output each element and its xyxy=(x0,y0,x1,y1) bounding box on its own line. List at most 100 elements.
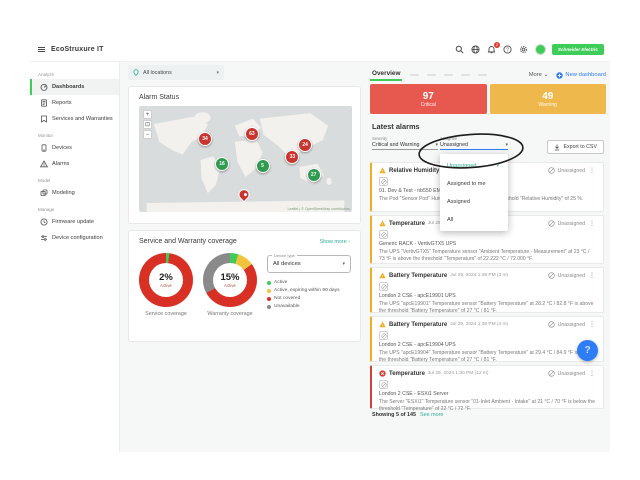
kebab-menu-icon[interactable]: ⋮ xyxy=(588,220,596,227)
tab-ghost[interactable] xyxy=(427,74,437,76)
severity-select[interactable]: Severity Critical and Warning ▾ xyxy=(372,136,438,150)
see-more-link[interactable]: See more xyxy=(420,412,443,418)
alarm-row[interactable]: ! Battery Temperature Jul 29, 2024 1:38 … xyxy=(370,316,604,363)
tab-overview[interactable]: Overview xyxy=(370,70,403,81)
device-configuration-icon xyxy=(41,235,47,241)
map-marker-critical[interactable]: 24 xyxy=(298,138,313,153)
download-icon xyxy=(555,144,560,150)
critical-count: 97 xyxy=(422,90,434,102)
alarm-device[interactable]: Generic RACK - VertivGTX5 UPS xyxy=(379,241,596,247)
kebab-menu-icon[interactable]: ⋮ xyxy=(588,321,596,328)
coverage-title: Service and Warranty coverage xyxy=(139,238,237,245)
chevron-down-icon: ▾ xyxy=(342,261,345,267)
legend-item: Active, expiring within 90 days xyxy=(267,288,351,293)
tab-ghost[interactable] xyxy=(461,74,471,76)
user-avatar[interactable] xyxy=(534,44,546,55)
kebab-menu-icon[interactable]: ⋮ xyxy=(588,167,596,174)
more-tabs-dropdown[interactable]: More ⌄ xyxy=(529,72,549,78)
settings-gear-icon[interactable] xyxy=(519,45,529,55)
assignee-select[interactable]: Assignee Unassigned ▾ xyxy=(440,136,508,150)
export-csv-button[interactable]: Export to CSV xyxy=(547,140,604,154)
alarm-title[interactable]: Battery Temperature xyxy=(389,273,447,279)
warning-count: 49 xyxy=(542,90,554,102)
sidebar-section-analyze: Analyze xyxy=(38,72,55,77)
tab-ghost[interactable] xyxy=(444,74,454,76)
warranty-coverage-percent: 15% xyxy=(220,272,240,283)
legend-dot-active xyxy=(267,280,271,285)
search-icon[interactable] xyxy=(455,45,465,55)
sidebar-item-services-warranties[interactable]: Services and Warranties xyxy=(30,111,119,127)
menu-item-assigned-to-me[interactable]: Assigned to me xyxy=(440,175,508,193)
menu-item-assigned[interactable]: Assigned xyxy=(440,193,508,211)
map-marker-normal[interactable]: 5 xyxy=(255,159,270,174)
sidebar-item-alarms[interactable]: Alarms xyxy=(30,156,119,172)
alarm-device[interactable]: London 2 CSE - apcE19904 UPS xyxy=(379,342,596,348)
tab-ghost[interactable] xyxy=(478,74,488,76)
notification-badge: 2 xyxy=(493,41,500,48)
modeling-icon xyxy=(40,189,48,196)
report-icon xyxy=(41,99,47,107)
alarm-time: Jul 29, 2024 1:38 PM (3 m) xyxy=(450,273,509,278)
critical-summary-card[interactable]: 97 Critical xyxy=(370,84,487,114)
map-marker-normal[interactable]: 27 xyxy=(306,167,321,182)
menu-item-all[interactable]: All xyxy=(440,211,508,229)
services-icon xyxy=(41,115,47,123)
map-marker-critical[interactable]: 63 xyxy=(244,126,259,141)
map-marker-normal[interactable]: 16 xyxy=(215,157,230,172)
alarm-device[interactable]: London 2 CSE - apcE19901 UPS xyxy=(379,293,596,299)
check-icon: ✓ xyxy=(495,163,501,169)
location-filter-select[interactable]: All locations ▾ xyxy=(128,65,224,80)
svg-text:?: ? xyxy=(507,47,510,53)
sidebar-item-reports[interactable]: Reports xyxy=(30,95,119,111)
warning-summary-card[interactable]: 49 Warning xyxy=(489,84,606,114)
legend-dot-expiring xyxy=(267,288,271,293)
map-zoom-in-button[interactable]: + xyxy=(143,110,152,119)
dashboard-panel: Overview More ⌄ New dashboard 97 Critica… xyxy=(370,62,606,452)
alarm-list-footer: Showing 5 of 145 See more xyxy=(372,412,443,418)
alarm-title[interactable]: Temperature xyxy=(389,371,425,377)
svg-text:!: ! xyxy=(382,274,383,279)
map-reset-button[interactable]: ⊡ xyxy=(143,120,152,129)
device-chip-icon xyxy=(379,177,388,186)
world-map[interactable]: + ⊡ − 34 63 24 33 16 5 27 Leaflet | © Op… xyxy=(139,106,352,212)
device-type-select[interactable]: Device type All devices ▾ xyxy=(267,253,351,273)
hamburger-menu-icon[interactable] xyxy=(36,45,46,55)
alarm-description: The UPS "apcE19901" Temperature sensor "… xyxy=(379,301,594,315)
alarm-device[interactable]: London 2 CSE - ESXi1 Server xyxy=(379,391,596,397)
help-icon[interactable]: ? xyxy=(503,45,513,55)
alarm-title[interactable]: Relative Humidity xyxy=(389,168,439,174)
globe-icon[interactable] xyxy=(471,45,481,55)
sidebar-item-devices[interactable]: Devices xyxy=(30,140,119,156)
coverage-legend: Active Active, expiring within 90 days N… xyxy=(267,280,351,309)
sidebar-item-device-configuration[interactable]: Device configuration xyxy=(30,230,119,246)
new-dashboard-button[interactable]: New dashboard xyxy=(556,71,606,79)
alarm-title[interactable]: Battery Temperature xyxy=(389,322,447,328)
help-feedback-floating-button[interactable]: ? xyxy=(577,340,598,361)
alarm-title[interactable]: Temperature xyxy=(389,221,425,227)
map-marker-critical[interactable]: 33 xyxy=(285,149,300,164)
device-type-label: Device type xyxy=(272,253,297,258)
unassigned-user-icon xyxy=(547,370,555,377)
kebab-menu-icon[interactable]: ⋮ xyxy=(588,370,596,377)
svg-text:!: ! xyxy=(382,222,383,227)
menu-item-unassigned[interactable]: Unassigned ✓ xyxy=(440,156,508,175)
show-more-link[interactable]: Show more › xyxy=(319,239,350,245)
alarm-row[interactable]: ! Battery Temperature Jul 29, 2024 1:38 … xyxy=(370,267,604,315)
map-marker-critical[interactable]: 34 xyxy=(198,131,213,146)
notifications-bell-icon[interactable]: 2 xyxy=(487,41,500,55)
sidebar-item-modeling[interactable]: Modeling xyxy=(30,185,119,201)
map-attribution: Leaflet | © OpenStreetMap contributors xyxy=(287,207,350,211)
schneider-brand-button[interactable]: Schneider Electric xyxy=(551,43,604,56)
warranty-coverage-caption: Warranty coverage xyxy=(207,311,253,317)
sidebar-item-firmware-update[interactable]: Firmware update xyxy=(30,214,119,230)
sidebar-item-dashboards[interactable]: Dashboards xyxy=(30,79,119,95)
latest-alarms-title: Latest alarms xyxy=(372,122,420,131)
chevron-down-icon: ▾ xyxy=(435,142,438,148)
device-chip-icon xyxy=(379,380,388,389)
tab-ghost[interactable] xyxy=(410,74,420,76)
kebab-menu-icon[interactable]: ⋮ xyxy=(588,272,596,279)
map-zoom-out-button[interactable]: − xyxy=(143,130,152,139)
warranty-coverage-active-label: Active xyxy=(224,283,236,288)
firmware-update-icon xyxy=(40,218,48,226)
alarm-row[interactable]: Temperature Jul 29, 2024 1:30 PM (12 m) … xyxy=(370,365,604,412)
